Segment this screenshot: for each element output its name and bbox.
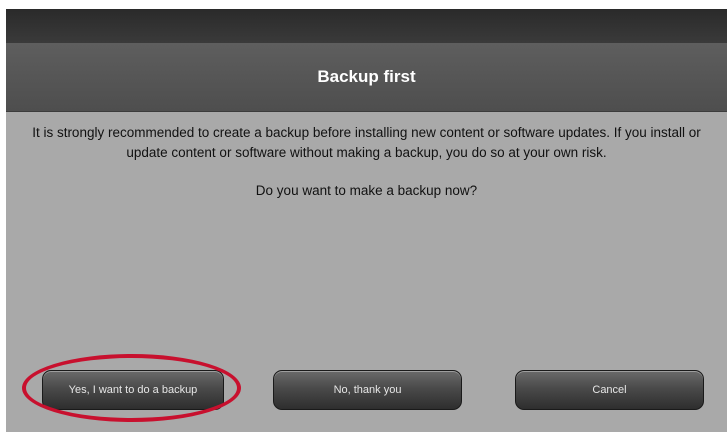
no-thanks-button[interactable]: No, thank you: [273, 370, 462, 410]
backup-question: Do you want to make a backup now?: [255, 183, 478, 198]
yes-backup-button[interactable]: Yes, I want to do a backup: [42, 370, 224, 410]
dialog-header: Backup first: [6, 43, 727, 112]
cancel-button[interactable]: Cancel: [515, 370, 704, 410]
warning-message: It is strongly recommended to create a b…: [32, 125, 701, 160]
window-top-bar: [6, 9, 727, 43]
backup-dialog: Backup first It is strongly recommended …: [6, 9, 727, 432]
dialog-title: Backup first: [317, 67, 416, 86]
